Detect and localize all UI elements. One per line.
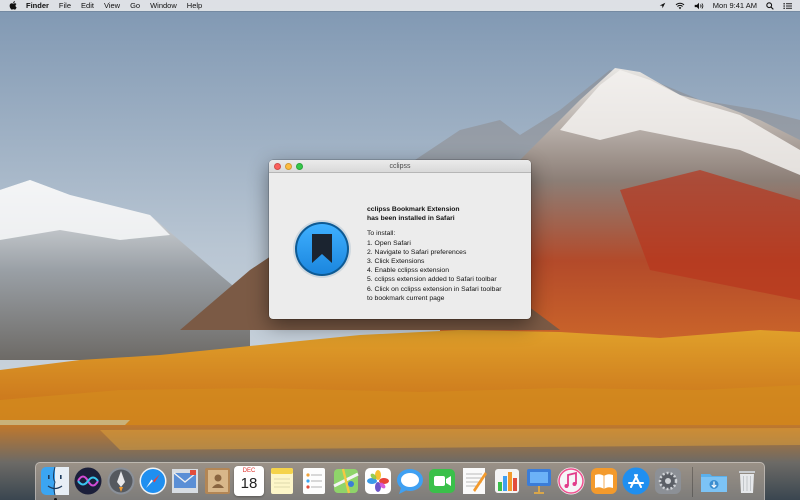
install-message: cclipss Bookmark Extension has been inst… [367,205,527,303]
wifi-icon[interactable] [675,2,685,10]
control-list-icon[interactable] [783,2,792,10]
numbers-icon[interactable] [492,466,522,496]
install-heading: cclipss Bookmark Extension has been inst… [367,206,460,223]
launchpad-icon[interactable] [106,466,136,496]
apple-icon[interactable] [9,1,19,11]
itunes-icon[interactable] [556,466,586,496]
facetime-icon[interactable] [427,466,457,496]
instruction-line: 5. cclipss extension added to Safari too… [367,276,497,284]
calendar-month: DEC [242,468,256,474]
photos-icon[interactable] [363,466,393,496]
notes-icon[interactable] [267,466,297,496]
bookmark-app-icon [293,220,351,278]
close-button[interactable] [274,163,281,170]
instruction-line: 2. Navigate to Safari preferences [367,248,467,256]
dock: DEC 18 [35,462,765,500]
dock-separator [692,467,693,497]
menu-help[interactable]: Help [187,0,202,11]
siri-icon[interactable] [73,466,103,496]
trash-icon[interactable] [732,466,762,496]
install-instructions: To install: 1. Open Safari 2. Navigate t… [367,229,527,303]
window-controls [274,163,307,170]
instruction-line: to bookmark current page [367,294,445,302]
menu-edit[interactable]: Edit [81,0,94,11]
window-content: cclipss Bookmark Extension has been inst… [269,173,531,319]
menu-bar: Finder File Edit View Go Window Help Mon… [0,0,800,11]
app-store-icon[interactable] [621,466,651,496]
instruction-line: 4. Enable cclipss extension [367,267,449,275]
maps-icon[interactable] [331,466,361,496]
finder-icon[interactable] [40,466,70,496]
ibooks-icon[interactable] [589,466,619,496]
pages-icon[interactable] [459,466,489,496]
system-preferences-icon[interactable] [653,466,683,496]
zoom-button[interactable] [296,163,303,170]
contacts-icon[interactable] [202,466,232,496]
instruction-line: To install: [367,230,396,238]
menu-window[interactable]: Window [150,0,177,11]
menu-view[interactable]: View [104,0,120,11]
messages-icon[interactable] [395,466,425,496]
volume-icon[interactable] [694,2,704,10]
instruction-line: 3. Click Extensions [367,258,425,266]
window-titlebar[interactable]: cclipss [269,160,531,173]
instruction-line: 1. Open Safari [367,239,411,247]
window-title: cclipss [389,162,411,170]
menu-clock[interactable]: Mon 9:41 AM [713,0,757,11]
calendar-day: 18 [240,475,258,492]
safari-icon[interactable] [138,466,168,496]
menu-go[interactable]: Go [130,0,140,11]
downloads-folder-icon[interactable] [699,466,729,496]
reminders-icon[interactable] [299,466,329,496]
menu-file[interactable]: File [59,0,71,11]
installer-window: cclipss cclipss Bookmark Extension has b… [269,160,531,319]
calendar-icon[interactable]: DEC 18 [234,466,264,496]
spotlight-icon[interactable] [766,1,774,10]
mail-icon[interactable] [170,466,200,496]
location-icon[interactable] [659,2,666,9]
keynote-icon[interactable] [524,466,554,496]
instruction-line: 6. Click on cclipss extension in Safari … [367,285,502,293]
menu-app-name[interactable]: Finder [26,0,49,11]
minimize-button[interactable] [285,163,292,170]
